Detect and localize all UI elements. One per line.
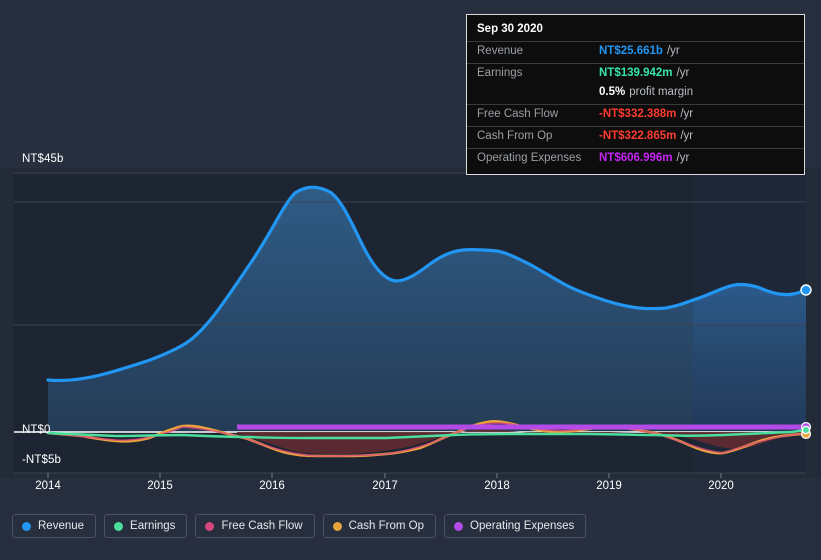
tooltip-row-unit: /yr	[680, 130, 694, 142]
data-tooltip: Sep 30 2020 Revenue NT$25.661b/yr Earnings…	[466, 14, 805, 175]
tooltip-row-label: Free Cash Flow	[477, 108, 559, 120]
legend-item-label: Revenue	[38, 520, 85, 532]
legend-item-revenue[interactable]: Revenue	[12, 514, 97, 538]
legend-color-dot-icon	[332, 521, 342, 531]
chart-legend[interactable]: Revenue Earnings Free Cash Flow Cash From O…	[12, 514, 587, 538]
tooltip-row: Cash From Op -NT$322.865m/yr	[467, 126, 804, 148]
tooltip-profit-margin-row: 0.5% profit margin	[467, 85, 804, 104]
tooltip-row-unit: /yr	[676, 67, 690, 79]
legend-item-operating-expenses[interactable]: Operating Expenses	[444, 514, 587, 538]
x-axis-tick-label: 2015	[147, 480, 173, 492]
legend-item-label: Earnings	[130, 520, 176, 532]
x-axis-tick-label: 2020	[708, 480, 734, 492]
tooltip-row: Revenue NT$25.661b/yr	[467, 41, 804, 63]
x-axis-tick-label: 2016	[259, 480, 285, 492]
revenue-endpoint-marker	[800, 284, 812, 296]
tooltip-date: Sep 30 2020	[477, 23, 543, 35]
legend-item-label: Cash From Op	[348, 520, 425, 532]
legend-color-dot-icon	[114, 521, 124, 531]
tooltip-row-label: Earnings	[477, 67, 523, 79]
y-axis-label-zero: NT$0	[22, 424, 51, 436]
x-axis-tick-label: 2014	[35, 480, 61, 492]
y-axis-label-bottom: -NT$5b	[22, 454, 61, 466]
tooltip-profit-margin-value: 0.5%	[599, 86, 626, 98]
plot-svg	[0, 168, 821, 478]
tooltip-row-value: -NT$332.388m	[599, 108, 677, 120]
x-axis-labels: 2014 2015 2016 2017 2018 2019 2020	[0, 480, 821, 500]
tooltip-row-label: Revenue	[477, 45, 524, 57]
legend-item-cash-from-op[interactable]: Cash From Op	[322, 514, 437, 538]
x-axis-tick-label: 2017	[372, 480, 398, 492]
revenue-area-fill-forecast	[693, 284, 806, 432]
tooltip-row-label: Cash From Op	[477, 130, 553, 142]
tooltip-row-label: Operating Expenses	[477, 152, 582, 164]
tooltip-row: Earnings NT$139.942m/yr	[467, 63, 804, 85]
tooltip-row: Free Cash Flow -NT$332.388m/yr	[467, 104, 804, 126]
legend-color-dot-icon	[22, 521, 31, 531]
earnings-endpoint-marker	[801, 425, 811, 435]
legend-color-dot-icon	[205, 521, 215, 531]
tooltip-row-value: NT$25.661b	[599, 45, 663, 57]
tooltip-row-value: NT$139.942m	[599, 67, 673, 79]
legend-color-dot-icon	[454, 521, 464, 531]
legend-item-earnings[interactable]: Earnings	[104, 514, 188, 538]
tooltip-rows: Revenue NT$25.661b/yr Earnings NT$139.942m /…	[467, 41, 804, 170]
x-axis-tick-label: 2019	[596, 480, 622, 492]
y-axis-label-top: NT$45b	[22, 153, 64, 165]
x-axis-tick-label: 2018	[484, 480, 510, 492]
legend-item-label: Free Cash Flow	[221, 520, 303, 532]
tooltip-row-unit: /yr	[666, 45, 680, 57]
tooltip-row-value: NT$606.996m	[599, 152, 673, 164]
tooltip-row-value: -NT$322.865m	[599, 130, 677, 142]
tooltip-row-unit: /yr	[676, 152, 690, 164]
tooltip-row: Operating Expenses NT$606.996m/yr	[467, 148, 804, 170]
tooltip-profit-margin-text: profit margin	[629, 86, 694, 98]
legend-item-label: Operating Expenses	[470, 520, 575, 532]
tooltip-row-unit: /yr	[680, 108, 694, 120]
financial-chart: NT$45b NT$0 -NT$5b 2014 2015 2016 2017 2018 2…	[0, 0, 821, 560]
legend-item-free-cash-flow[interactable]: Free Cash Flow	[195, 514, 315, 538]
plot-area[interactable]	[0, 168, 821, 478]
